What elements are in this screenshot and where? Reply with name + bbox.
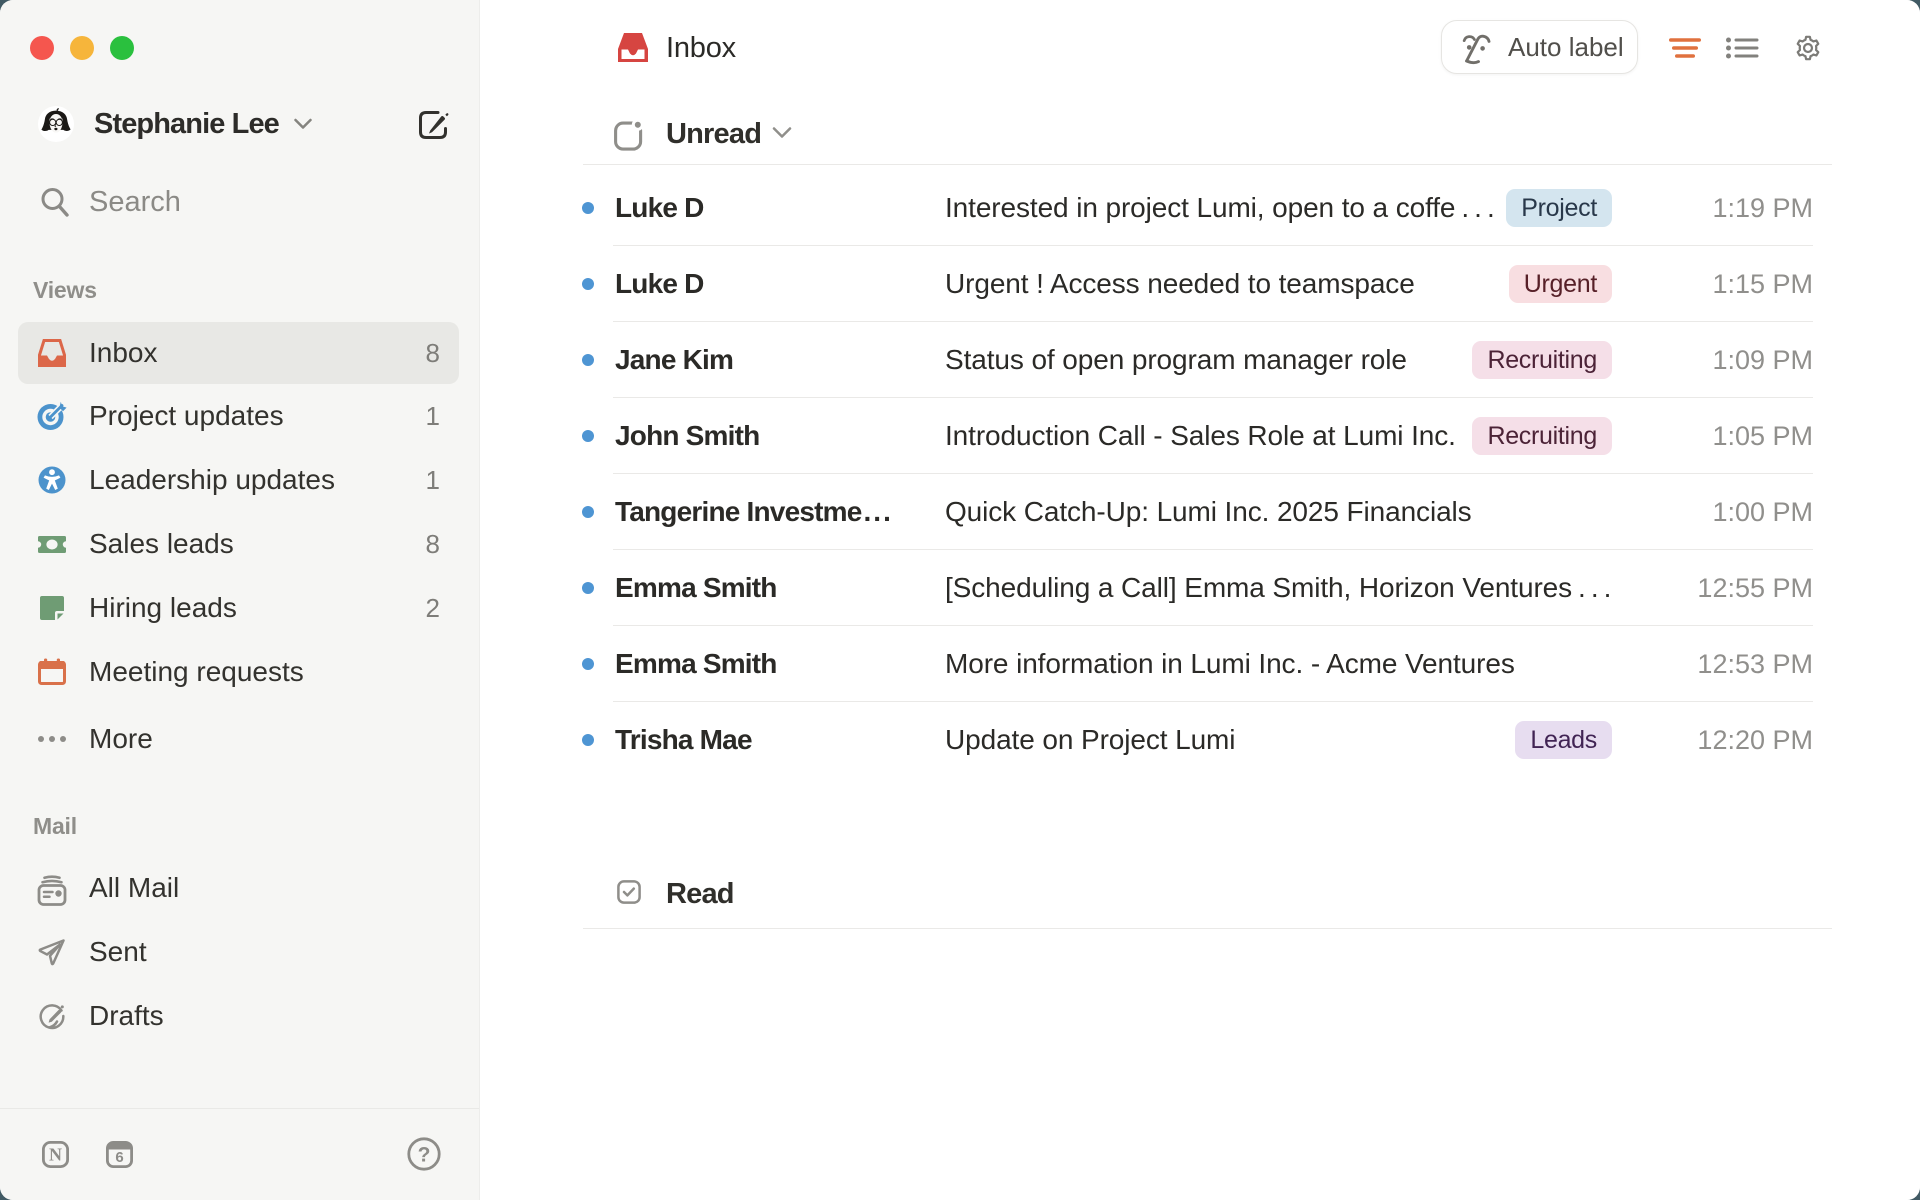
svg-text:?: ? <box>418 1144 431 1167</box>
svg-text:N: N <box>49 1144 62 1164</box>
svg-text:6: 6 <box>115 1149 123 1166</box>
